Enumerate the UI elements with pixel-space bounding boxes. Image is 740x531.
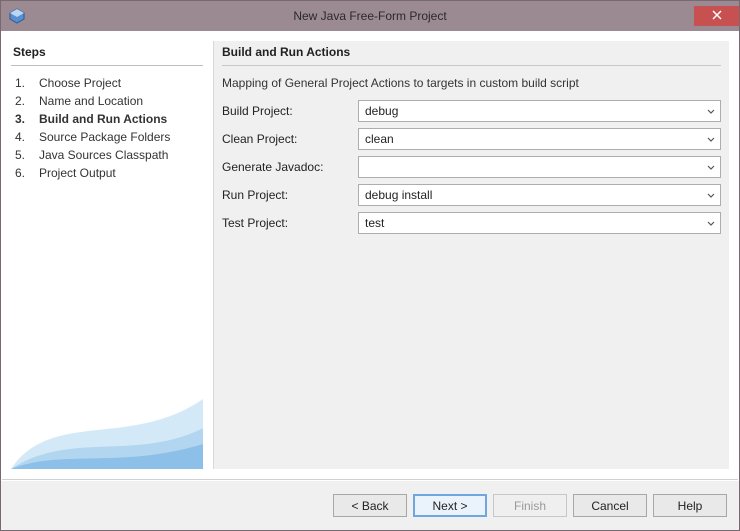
run-project-input[interactable] (358, 184, 721, 206)
divider (222, 65, 721, 66)
run-project-label: Run Project: (222, 188, 352, 202)
step-java-classpath: 5.Java Sources Classpath (15, 146, 203, 164)
main-header: Build and Run Actions (222, 45, 721, 61)
step-build-run-actions: 3.Build and Run Actions (15, 110, 203, 128)
step-choose-project: 1.Choose Project (15, 74, 203, 92)
generate-javadoc-label: Generate Javadoc: (222, 160, 352, 174)
main-subtext: Mapping of General Project Actions to ta… (222, 76, 721, 90)
build-project-input[interactable] (358, 100, 721, 122)
run-project-combo[interactable] (358, 184, 721, 206)
divider (11, 65, 203, 66)
steps-panel: Steps 1.Choose Project 2.Name and Locati… (11, 41, 203, 469)
back-button[interactable]: < Back (333, 494, 407, 517)
chevron-down-icon (707, 104, 715, 118)
titlebar: New Java Free-Form Project (1, 1, 739, 31)
app-icon (9, 8, 25, 24)
dropdown-button[interactable] (702, 129, 720, 149)
help-button[interactable]: Help (653, 494, 727, 517)
actions-form: Build Project: Clean Project: Generate J… (222, 100, 721, 234)
finish-button: Finish (493, 494, 567, 517)
generate-javadoc-combo[interactable] (358, 156, 721, 178)
dropdown-button[interactable] (702, 213, 720, 233)
cancel-button[interactable]: Cancel (573, 494, 647, 517)
generate-javadoc-input[interactable] (358, 156, 721, 178)
chevron-down-icon (707, 216, 715, 230)
wizard-art (11, 369, 203, 469)
main-panel: Build and Run Actions Mapping of General… (213, 41, 729, 469)
chevron-down-icon (707, 160, 715, 174)
chevron-down-icon (707, 188, 715, 202)
clean-project-input[interactable] (358, 128, 721, 150)
dropdown-button[interactable] (702, 101, 720, 121)
dropdown-button[interactable] (702, 185, 720, 205)
steps-list: 1.Choose Project 2.Name and Location 3.B… (11, 74, 203, 182)
close-button[interactable] (694, 6, 739, 26)
steps-header: Steps (11, 41, 203, 61)
clean-project-combo[interactable] (358, 128, 721, 150)
test-project-input[interactable] (358, 212, 721, 234)
build-project-label: Build Project: (222, 104, 352, 118)
step-name-location: 2.Name and Location (15, 92, 203, 110)
build-project-combo[interactable] (358, 100, 721, 122)
wizard-window: New Java Free-Form Project Steps 1.Choos… (0, 0, 740, 531)
chevron-down-icon (707, 132, 715, 146)
wizard-footer: < Back Next > Finish Cancel Help (1, 480, 739, 530)
window-title: New Java Free-Form Project (1, 9, 739, 23)
test-project-label: Test Project: (222, 216, 352, 230)
close-icon (712, 9, 722, 23)
clean-project-label: Clean Project: (222, 132, 352, 146)
dropdown-button[interactable] (702, 157, 720, 177)
step-project-output: 6.Project Output (15, 164, 203, 182)
content-area: Steps 1.Choose Project 2.Name and Locati… (1, 31, 739, 479)
test-project-combo[interactable] (358, 212, 721, 234)
step-source-folders: 4.Source Package Folders (15, 128, 203, 146)
next-button[interactable]: Next > (413, 494, 487, 517)
